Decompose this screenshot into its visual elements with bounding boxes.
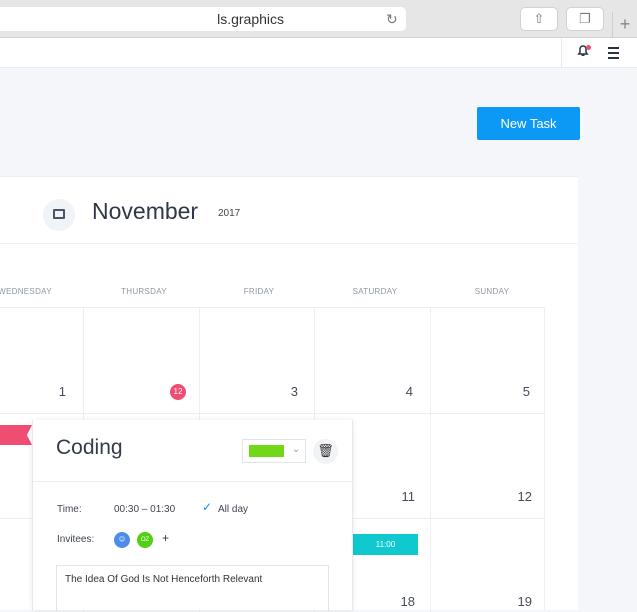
weekday-friday: FRIDAY xyxy=(243,287,275,296)
date-12[interactable]: 12 xyxy=(512,489,532,504)
date-5[interactable]: 5 xyxy=(510,384,530,399)
today-date[interactable]: 12 xyxy=(170,384,186,400)
grid-column-line xyxy=(430,308,431,612)
weekday-sunday: SUNDAY xyxy=(474,287,510,296)
browser-toolbar: ls.graphics ↻ ⇧ ❐ + xyxy=(0,0,637,38)
year-label: 2017 xyxy=(218,208,241,219)
notification-badge xyxy=(586,45,591,50)
weekday-wednesday: WEDNESDAY xyxy=(0,287,52,296)
event-title: Coding xyxy=(56,436,123,459)
event-note-field[interactable]: The Idea Of God Is Not Henceforth Releva… xyxy=(56,565,329,611)
date-11[interactable]: 11 xyxy=(395,489,416,504)
tabs-button[interactable]: ❐ xyxy=(566,7,604,31)
delete-button[interactable]: 🗑 xyxy=(313,439,338,464)
weekday-saturday: SATURDAY xyxy=(352,287,398,296)
date-18[interactable]: 18 xyxy=(395,594,415,609)
chevron-down-icon: ⌄ xyxy=(292,444,301,455)
event-editor-card: Coding ⌄ 🗑 Time: 00:30 – 01:30 ✓ All day… xyxy=(32,420,354,611)
avatar[interactable]: 😊 xyxy=(114,532,130,548)
date-1[interactable]: 1 xyxy=(46,384,66,399)
avatar[interactable]: OZ xyxy=(137,532,153,548)
date-19[interactable]: 19 xyxy=(512,594,532,609)
new-tab-button[interactable]: + xyxy=(612,12,637,38)
grid-row-line xyxy=(0,413,545,414)
calendar-header: November 2017 xyxy=(0,177,578,244)
share-icon: ⇧ xyxy=(533,11,545,26)
url-text: ls.graphics xyxy=(217,11,284,27)
date-4[interactable]: 4 xyxy=(393,384,413,399)
calendar-icon xyxy=(53,209,65,219)
header-search[interactable] xyxy=(0,38,562,67)
tabs-icon: ❐ xyxy=(579,11,591,26)
invitees-label: Invitees: xyxy=(57,534,95,545)
color-swatch xyxy=(249,445,284,457)
month-label: November xyxy=(92,198,199,224)
reload-icon[interactable]: ↻ xyxy=(386,11,398,28)
time-label: Time: xyxy=(57,504,82,515)
color-select[interactable]: ⌄ xyxy=(242,439,306,463)
calendar-event-bar[interactable]: 11:00 xyxy=(353,534,418,555)
weekday-thursday: THURSDAY xyxy=(121,287,167,296)
all-day-label[interactable]: All day xyxy=(218,504,248,515)
trash-icon: 🗑 xyxy=(317,443,334,458)
date-3[interactable]: 3 xyxy=(278,384,298,399)
calendar-icon-button[interactable] xyxy=(43,199,75,231)
new-task-button[interactable]: New Task xyxy=(477,107,580,140)
address-bar[interactable]: ls.graphics ↻ xyxy=(0,7,406,31)
app-header xyxy=(0,38,637,68)
time-value: 00:30 – 01:30 xyxy=(114,504,176,515)
add-invitee-button[interactable]: + xyxy=(162,531,169,545)
card-divider xyxy=(33,481,354,482)
share-button[interactable]: ⇧ xyxy=(520,7,558,31)
menu-icon[interactable] xyxy=(608,47,619,62)
check-icon[interactable]: ✓ xyxy=(202,500,212,514)
